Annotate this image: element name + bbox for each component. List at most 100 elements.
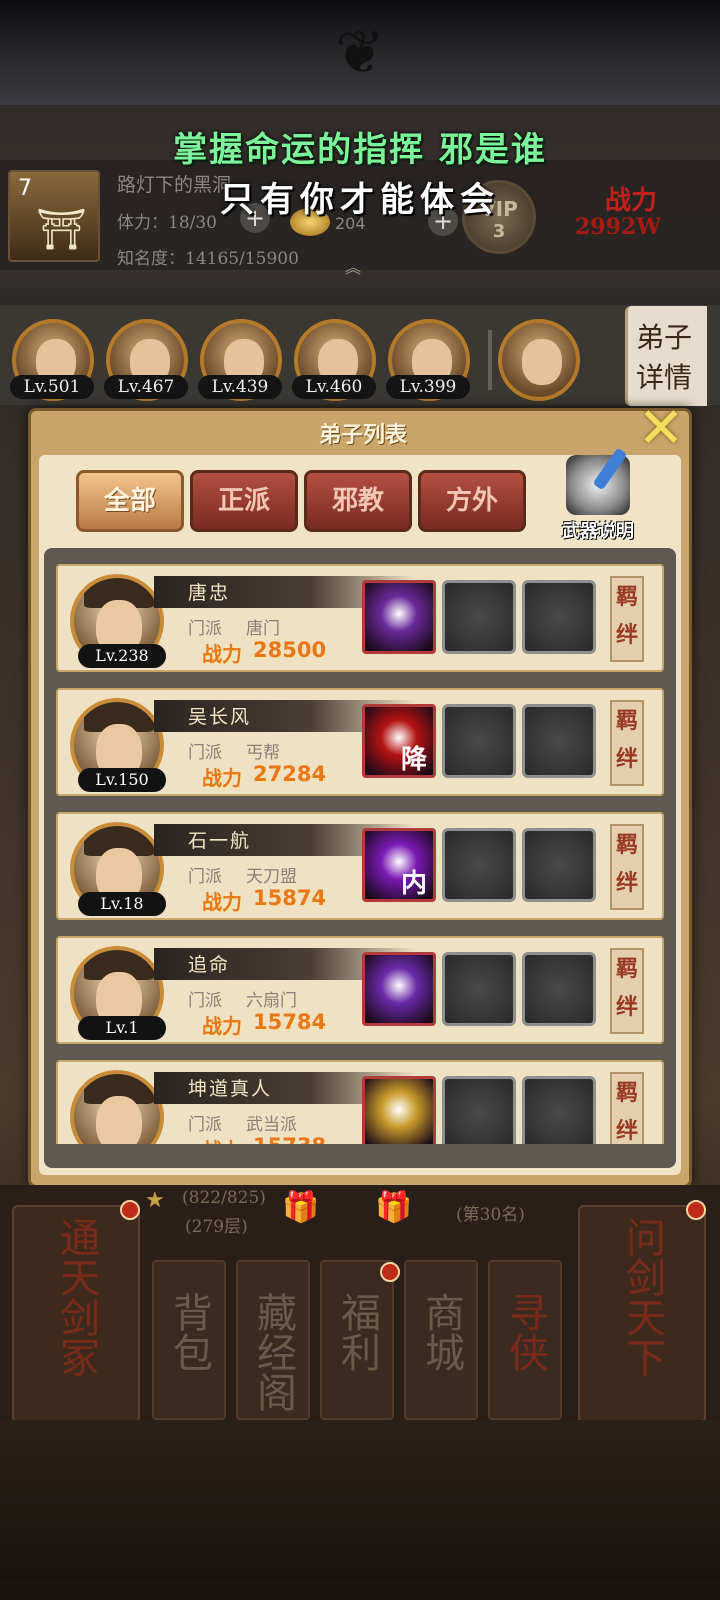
- backpack-button[interactable]: 背包: [152, 1260, 226, 1420]
- bond-button[interactable]: 羁绊: [610, 700, 644, 786]
- empty-weapon-slot[interactable]: [442, 828, 516, 902]
- empty-weapon-slot[interactable]: [522, 580, 596, 654]
- left-card-label: 通天剑冢: [53, 1217, 99, 1377]
- disciple-list[interactable]: Lv.238 唐忠 门派 唐门 战力 28500 羁绊 Lv.150 吴长风 门派 丐帮 战力 2728…: [44, 548, 676, 1168]
- rank-text: (第30名): [456, 1205, 525, 1225]
- empty-weapon-slot[interactable]: [522, 704, 596, 778]
- strip-portrait[interactable]: [498, 319, 580, 401]
- skill-icon[interactable]: 降: [362, 704, 436, 778]
- shop-label: 商城: [418, 1292, 464, 1372]
- skill-icon[interactable]: [362, 580, 436, 654]
- disciple-sect: 唐门: [246, 619, 280, 639]
- disciple-row[interactable]: Lv.1 追命 门派 六扇门 战力 15784 羁绊: [56, 936, 664, 1044]
- fame-text: 知名度：14165/15900: [117, 249, 299, 269]
- disciple-row[interactable]: Lv.238 唐忠门派 唐门 战力 28500 羁绊: [56, 564, 664, 672]
- weapon-info-label: 武器说明: [562, 521, 634, 542]
- empty-weapon-slot[interactable]: [442, 952, 516, 1026]
- disciple-level: Lv.238: [78, 644, 166, 668]
- gift-box-icon[interactable]: 🎁: [375, 1190, 412, 1225]
- disciple-level: Lv.150: [78, 768, 166, 792]
- sect-label: 门派: [188, 619, 222, 639]
- power-label: 战力: [202, 890, 242, 914]
- weapon-info-button[interactable]: 武器说明: [548, 455, 648, 545]
- bond-button[interactable]: 羁绊: [610, 1072, 644, 1144]
- star-icon: ★: [145, 1188, 165, 1213]
- scripture-label: 藏经阁: [250, 1292, 296, 1412]
- disciple-row[interactable]: Lv.18 石一航 门派 天刀盟 战力 15874 内 羁绊: [56, 812, 664, 920]
- power-label: 战力: [202, 1134, 242, 1144]
- disciple-power: 27284: [253, 762, 327, 786]
- gift-box-icon[interactable]: 🎁: [282, 1190, 319, 1225]
- collapse-chevron-icon[interactable]: ︽: [345, 254, 361, 278]
- shop-button[interactable]: 商城: [404, 1260, 478, 1420]
- disciple-portrait[interactable]: [70, 1070, 164, 1144]
- empty-weapon-slot[interactable]: [442, 580, 516, 654]
- ask-sword-world-card[interactable]: 问剑天下: [578, 1205, 706, 1423]
- power-label: 战力: [202, 642, 242, 666]
- disciple-name: 追命: [188, 954, 231, 976]
- floor-decoration: [0, 1420, 720, 1580]
- notification-dot: [686, 1200, 706, 1220]
- sect-label: 门派: [188, 1115, 222, 1135]
- cloud-ornament-icon: ❦: [334, 18, 386, 88]
- empty-weapon-slot[interactable]: [442, 1076, 516, 1144]
- disciple-name: 唐忠: [188, 582, 231, 604]
- scripture-pavilion-button[interactable]: 藏经阁: [236, 1260, 310, 1420]
- empty-weapon-slot[interactable]: [522, 952, 596, 1026]
- disciple-row[interactable]: 坤道真人门派 武当派战力 15738 羁绊: [56, 1060, 664, 1144]
- disciple-name: 坤道真人: [188, 1078, 273, 1100]
- power-label: 战力: [202, 766, 242, 790]
- disciple-name: 石一航: [188, 830, 252, 852]
- sect-label: 门派: [188, 991, 222, 1011]
- welfare-button[interactable]: 福利: [320, 1260, 394, 1420]
- game-screen: ❦ 7 ⛩ 路灯下的黑洞 体力：18/30 + 知名度：14165/15900 …: [0, 0, 720, 1600]
- tab-righteous[interactable]: 正派: [190, 470, 298, 532]
- empty-weapon-slot[interactable]: [522, 828, 596, 902]
- seek-hero-button[interactable]: 寻侠: [488, 1260, 562, 1420]
- disciple-power: 28500: [253, 638, 327, 662]
- roof-header: ❦: [0, 0, 720, 105]
- banner-line-2: 只有你才能体会: [220, 180, 500, 220]
- notification-dot: [120, 1200, 140, 1220]
- disciple-power: 15874: [253, 886, 327, 910]
- strip-level: Lv.439: [198, 375, 282, 399]
- disciple-sect: 天刀盟: [246, 867, 297, 887]
- notification-dot: [380, 1262, 400, 1282]
- strip-divider: [488, 330, 492, 390]
- strip-level: Lv.501: [10, 375, 94, 399]
- disciple-sect: 武当派: [246, 1115, 297, 1135]
- disciple-detail-tab[interactable]: 弟子 详情: [625, 306, 707, 406]
- sect-label: 门派: [188, 743, 222, 763]
- yin-yang-weapon-icon: [566, 455, 630, 515]
- bond-button[interactable]: 羁绊: [610, 948, 644, 1034]
- vip-level: 3: [492, 221, 506, 242]
- skill-icon[interactable]: [362, 1076, 436, 1144]
- disciple-power: 15738: [253, 1134, 326, 1144]
- strip-level: Lv.460: [292, 375, 376, 399]
- tab-evil[interactable]: 邪教: [304, 470, 412, 532]
- welfare-label: 福利: [334, 1292, 380, 1372]
- empty-weapon-slot[interactable]: [522, 1076, 596, 1144]
- strip-level: Lv.467: [104, 375, 188, 399]
- tab-all[interactable]: 全部: [76, 470, 184, 532]
- tongtian-sword-tomb-card[interactable]: 通天剑冢: [12, 1205, 140, 1423]
- skill-icon[interactable]: 内: [362, 828, 436, 902]
- tower-progress: (822/825): [182, 1188, 266, 1208]
- bond-button[interactable]: 羁绊: [610, 576, 644, 662]
- disciple-row[interactable]: Lv.150 吴长风 门派 丐帮 战力 27284 降 羁绊: [56, 688, 664, 796]
- skill-icon[interactable]: [362, 952, 436, 1026]
- right-card-label: 问剑天下: [619, 1217, 665, 1377]
- strip-level: Lv.399: [386, 375, 470, 399]
- disciple-sect: 六扇门: [246, 991, 297, 1011]
- seek-hero-label: 寻侠: [502, 1292, 548, 1372]
- close-icon[interactable]: ✕: [630, 398, 692, 460]
- detail-tab-line-2: 详情: [636, 361, 693, 394]
- disciple-power: 15784: [253, 1010, 327, 1034]
- banner-line-1: 掌握命运的指挥 邪是谁: [173, 130, 547, 170]
- tab-outsider[interactable]: 方外: [418, 470, 526, 532]
- disciple-level: Lv.1: [78, 1016, 166, 1040]
- disciple-list-scroll[interactable]: Lv.238 唐忠 门派 唐门 战力 28500 羁绊 Lv.150 吴长风 门派 丐帮 战力 2728…: [56, 564, 664, 1144]
- bond-button[interactable]: 羁绊: [610, 824, 644, 910]
- empty-weapon-slot[interactable]: [442, 704, 516, 778]
- dialog-title: 弟子列表: [318, 423, 407, 448]
